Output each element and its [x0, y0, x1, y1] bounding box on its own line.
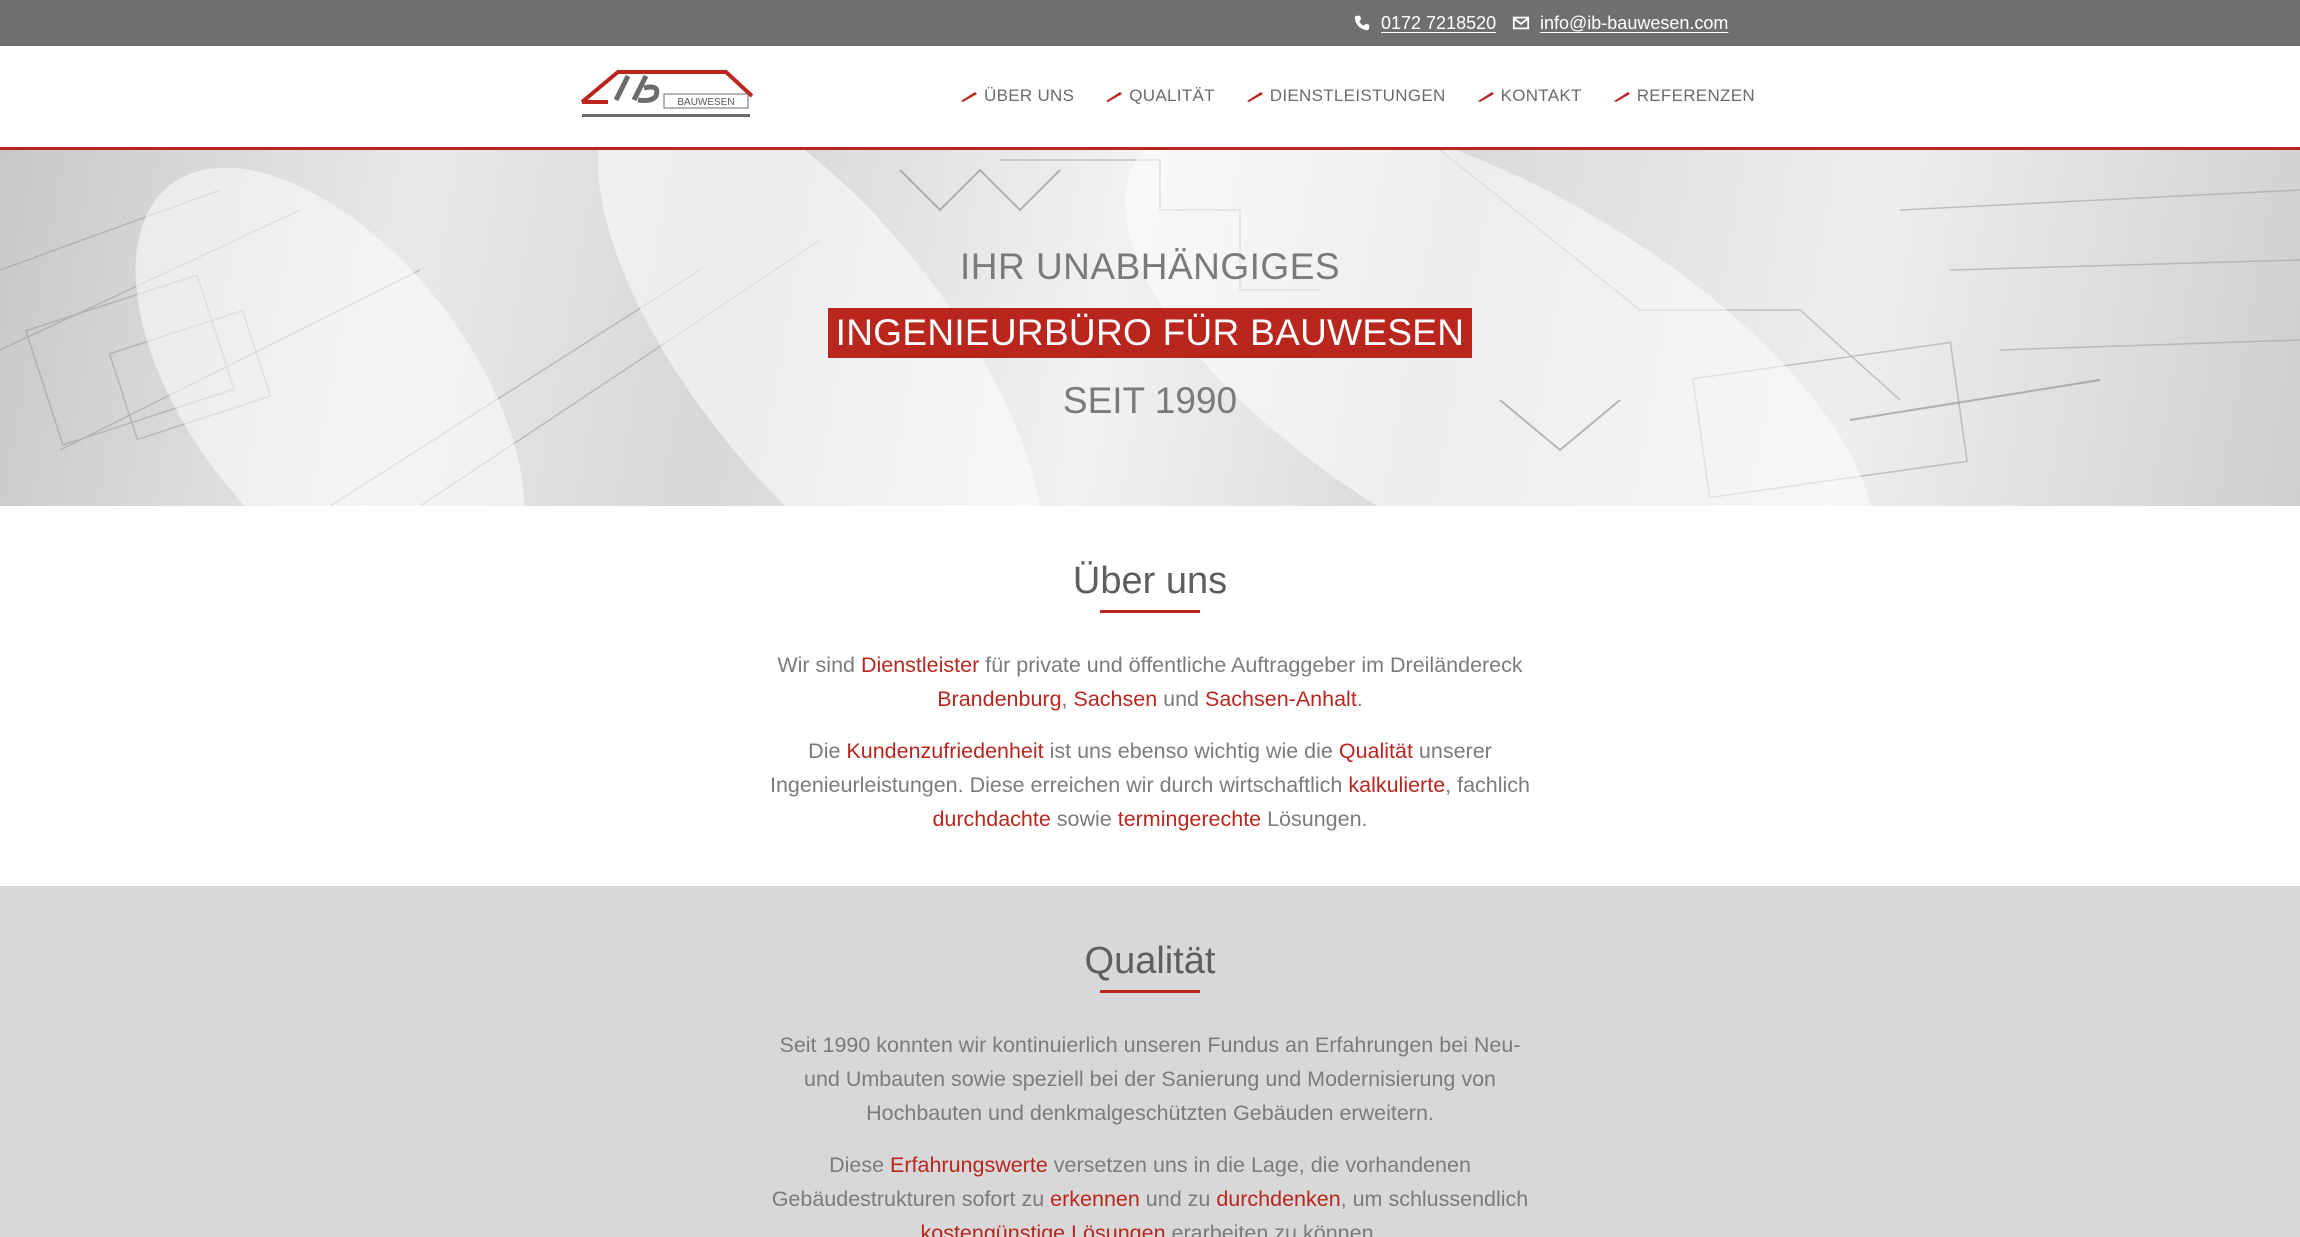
main-navigation: ÜBER UNS QUALITÄT DIENSTLEISTUNGEN KONTA…	[960, 46, 1786, 146]
nav-item-qualitaet[interactable]: QUALITÄT	[1105, 86, 1215, 106]
hero-subheading: IHR UNABHÄNGIGES	[959, 246, 1341, 287]
highlight-text: Sachsen	[1073, 687, 1158, 711]
text: Diese	[829, 1153, 891, 1177]
highlight-text: Kundenzufriedenheit	[846, 739, 1044, 763]
text: ist uns ebenso wichtig wie die	[1043, 739, 1339, 763]
hero-banner: IHR UNABHÄNGIGES INGENIEURBÜRO FÜR BAUWE…	[0, 150, 2300, 506]
quality-paragraph-1: Seit 1990 konnten wir kontinuierlich uns…	[750, 1028, 1550, 1130]
highlight-text: Dienstleister	[860, 653, 980, 677]
about-paragraph-2: Die Kundenzufriedenheit ist uns ebenso w…	[750, 734, 1550, 836]
site-header: BAUWESEN ÜBER UNS QUALITÄT DIENSTLEISTUN…	[0, 46, 2300, 150]
text: Ingenieurleistungen. Diese erreichen wir…	[769, 773, 1349, 797]
pencil-icon	[1613, 92, 1630, 102]
quality-section: Qualität Seit 1990 konnten wir kontinuie…	[0, 886, 2300, 1237]
text: und	[1157, 687, 1205, 711]
text: versetzen uns in die Lage, die vorhanden…	[1047, 1153, 1471, 1177]
nav-item-dienstleistungen[interactable]: DIENSTLEISTUNGEN	[1246, 86, 1446, 106]
title-underline	[1100, 610, 1200, 613]
highlight-text: Qualität	[1338, 739, 1413, 763]
title-underline	[1100, 990, 1200, 993]
nav-label[interactable]: KONTAKT	[1501, 86, 1582, 106]
text: Wir sind	[777, 653, 861, 677]
text: Seit 1990 konnten wir kontinuierlich uns…	[779, 1033, 1521, 1057]
phone-icon	[1354, 15, 1370, 31]
hero-title-wrap: INGENIEURBÜRO FÜR BAUWESEN	[0, 308, 2300, 358]
nav-label[interactable]: REFERENZEN	[1637, 86, 1755, 106]
text: und Umbauten sowie speziell bei der Sani…	[803, 1067, 1496, 1091]
nav-label[interactable]: QUALITÄT	[1129, 86, 1215, 106]
about-section: Über uns Wir sind Dienstleister für priv…	[0, 506, 2300, 886]
highlight-text: durchdenken	[1216, 1187, 1341, 1211]
nav-item-kontakt[interactable]: KONTAKT	[1477, 86, 1582, 106]
highlight-text: termingerechte	[1117, 807, 1262, 831]
text: Lösungen.	[1261, 807, 1368, 831]
text: für private und öffentliche Auftraggeber…	[979, 653, 1523, 677]
text: .	[1356, 687, 1363, 711]
text: Die	[808, 739, 847, 763]
logo-text: BAUWESEN	[677, 97, 734, 108]
email-address[interactable]: info@ib-bauwesen.com	[1540, 13, 1728, 34]
nav-label[interactable]: DIENSTLEISTUNGEN	[1270, 86, 1446, 106]
quality-title: Qualität	[1084, 940, 1216, 982]
text: , um schlussendlich	[1340, 1187, 1529, 1211]
hero-title: INGENIEURBÜRO FÜR BAUWESEN	[827, 308, 1473, 358]
text: Gebäudestrukturen sofort zu	[771, 1187, 1051, 1211]
company-logo[interactable]: BAUWESEN	[578, 64, 753, 122]
text: sowie	[1050, 807, 1118, 831]
highlight-text: kostengünstige Lösungen	[920, 1221, 1166, 1237]
nav-item-ueber-uns[interactable]: ÜBER UNS	[960, 86, 1074, 106]
highlight-text: durchdachte	[932, 807, 1051, 831]
top-contact-bar: 0172 7218520 info@ib-bauwesen.com	[0, 0, 2300, 46]
highlight-text: kalkulierte	[1348, 773, 1446, 797]
highlight-text: Erfahrungswerte	[890, 1153, 1048, 1177]
pencil-icon	[1106, 92, 1123, 102]
text: erarbeiten zu können.	[1165, 1221, 1380, 1237]
highlight-text: Brandenburg	[937, 687, 1062, 711]
highlight-text: erkennen	[1050, 1187, 1140, 1211]
email-link[interactable]: info@ib-bauwesen.com	[1512, 0, 1728, 46]
text: unserer	[1412, 739, 1492, 763]
nav-label[interactable]: ÜBER UNS	[984, 86, 1074, 106]
about-paragraph-1: Wir sind Dienstleister für private und ö…	[750, 648, 1550, 716]
about-title: Über uns	[1072, 560, 1228, 602]
envelope-icon	[1512, 16, 1530, 30]
pencil-icon	[961, 92, 977, 102]
pencil-icon	[1246, 92, 1263, 102]
text: , fachlich	[1445, 773, 1531, 797]
highlight-text: Sachsen-Anhalt	[1205, 687, 1357, 711]
phone-number[interactable]: 0172 7218520	[1381, 13, 1496, 34]
hero-tagline: SEIT 1990	[1062, 380, 1238, 421]
text: und zu	[1139, 1187, 1217, 1211]
phone-link[interactable]: 0172 7218520	[1353, 0, 1496, 46]
pencil-icon	[1477, 92, 1494, 102]
text: ,	[1061, 687, 1074, 711]
text: Hochbauten und denkmalgeschützten Gebäud…	[866, 1101, 1434, 1125]
nav-item-referenzen[interactable]: REFERENZEN	[1613, 86, 1755, 106]
quality-paragraph-2: Diese Erfahrungswerte versetzen uns in d…	[750, 1148, 1550, 1237]
